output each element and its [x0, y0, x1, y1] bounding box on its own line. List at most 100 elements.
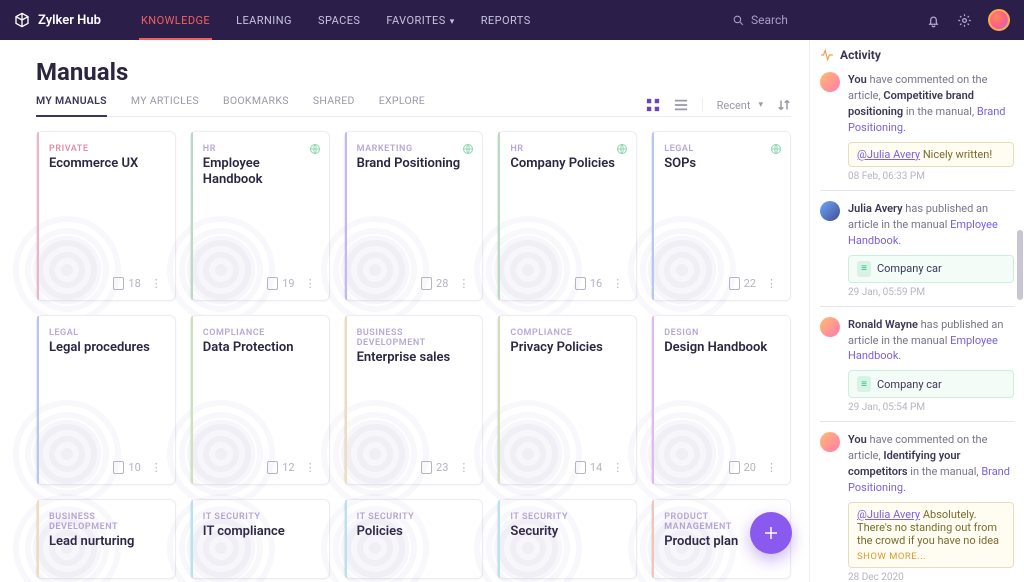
page-icon	[113, 461, 124, 474]
nav-favorites[interactable]: FAVORITES▾	[386, 14, 454, 27]
page-count: 14	[575, 461, 602, 474]
card-title: Company Policies	[510, 156, 624, 172]
card-stripe	[652, 132, 654, 300]
article-chip[interactable]: ≡Company car	[848, 255, 1014, 283]
grid-view-icon[interactable]	[646, 98, 660, 112]
card-menu-icon[interactable]: ⋮	[151, 277, 163, 290]
manual-card[interactable]: IT SECURITYSecurity	[497, 499, 637, 579]
card-menu-icon[interactable]: ⋮	[766, 461, 778, 474]
card-category: BUSINESS DEVELOPMENT	[357, 328, 471, 348]
page-icon	[729, 461, 740, 474]
card-stripe	[498, 132, 500, 300]
search-input[interactable]: Search	[732, 13, 892, 27]
page-title: Manuals	[36, 58, 791, 86]
card-category: IT SECURITY	[203, 512, 317, 522]
manual-card[interactable]: LEGALSOPs22⋮	[651, 131, 791, 301]
globe-icon	[770, 140, 782, 152]
card-title: Lead nurturing	[49, 534, 163, 550]
page-count: 16	[575, 277, 602, 290]
avatar[interactable]	[988, 9, 1010, 31]
activity-text: Julia Avery has published an article in …	[848, 201, 1014, 249]
nav-learning[interactable]: LEARNING	[236, 14, 292, 27]
manual-card[interactable]: COMPLIANCEData Protection12⋮	[190, 315, 330, 485]
show-more-link[interactable]: SHOW MORE...	[857, 551, 1005, 562]
manual-card[interactable]: COMPLIANCEPrivacy Policies14⋮	[497, 315, 637, 485]
manual-card[interactable]: DESIGNDesign Handbook20⋮	[651, 315, 791, 485]
card-category: IT SECURITY	[357, 512, 471, 522]
create-button[interactable]	[750, 512, 792, 554]
card-menu-icon[interactable]: ⋮	[766, 277, 778, 290]
card-stripe	[652, 500, 654, 578]
scrollbar[interactable]	[1016, 40, 1024, 582]
page-count: 19	[267, 277, 294, 290]
manual-card[interactable]: BUSINESS DEVELOPMENT Lead nurturing	[36, 499, 176, 579]
sort-direction-icon[interactable]	[777, 98, 791, 112]
manual-card[interactable]: IT SECURITYIT compliance	[190, 499, 330, 579]
card-category: PRIVATE	[49, 144, 163, 154]
article-chip[interactable]: ≡ Company car	[848, 370, 1014, 398]
page-icon	[421, 277, 432, 290]
card-title: Ecommerce UX	[49, 156, 163, 172]
comment-chip[interactable]: @Julia Avery Absolutely. There's no stan…	[848, 502, 1014, 568]
globe-icon	[462, 140, 474, 152]
card-stripe	[498, 316, 500, 484]
card-title: Privacy Policies	[510, 340, 624, 356]
card-menu-icon[interactable]: ⋮	[151, 461, 163, 474]
globe-icon	[309, 140, 321, 152]
activity-panel: Activity You have commented on the artic…	[809, 40, 1024, 582]
card-menu-icon[interactable]: ⋮	[458, 461, 470, 474]
search-icon	[732, 14, 745, 27]
card-category: DESIGN	[664, 328, 778, 338]
nav-reports[interactable]: REPORTS	[481, 14, 531, 27]
activity-text: Ronald Wayne has published an article in…	[848, 317, 1014, 365]
card-menu-icon[interactable]: ⋮	[305, 277, 317, 290]
card-stripe	[37, 316, 39, 484]
tab-shared[interactable]: SHARED	[313, 94, 355, 116]
nav-spaces[interactable]: SPACES	[318, 14, 360, 27]
tab-explore[interactable]: EXPLORE	[379, 94, 425, 116]
page-count: 10	[113, 461, 140, 474]
doc-icon: ≡	[857, 376, 871, 392]
card-footer: 28⋮	[357, 277, 471, 290]
card-category: BUSINESS DEVELOPMENT	[49, 512, 163, 532]
list-view-icon[interactable]	[674, 98, 688, 112]
brand[interactable]: Zylker Hub	[14, 12, 101, 28]
tab-my-articles[interactable]: MY ARTICLES	[131, 94, 199, 116]
manual-card[interactable]: HREmployee Handbook19⋮	[190, 131, 330, 301]
tab-my-manuals[interactable]: MY MANUALS	[36, 94, 107, 117]
gear-icon[interactable]	[957, 13, 972, 28]
card-stripe	[345, 316, 347, 484]
activity-text: You have commented on the article, Ident…	[848, 432, 1014, 496]
card-menu-icon[interactable]: ⋮	[458, 277, 470, 290]
page-icon	[113, 277, 124, 290]
manual-card[interactable]: MARKETINGBrand Positioning28⋮	[344, 131, 484, 301]
manuals-grid: PRIVATEEcommerce UX18⋮HREmployee Handboo…	[36, 131, 791, 579]
avatar	[820, 201, 840, 221]
manual-card[interactable]: PRIVATE Ecommerce UX 18⋮	[36, 131, 176, 301]
manual-card[interactable]: HR Company Policies 16 ⋮	[497, 131, 637, 301]
card-footer: 18⋮	[49, 277, 163, 290]
bell-icon[interactable]	[926, 13, 941, 28]
scroll-thumb[interactable]	[1017, 230, 1023, 300]
activity-icon	[820, 48, 834, 62]
comment-chip[interactable]: @Julia Avery Nicely written!	[848, 142, 1014, 167]
card-stripe	[37, 132, 39, 300]
manual-card[interactable]: LEGALLegal procedures10⋮	[36, 315, 176, 485]
avatar	[820, 432, 840, 452]
doc-icon: ≡	[857, 261, 871, 277]
manual-card[interactable]: BUSINESS DEVELOPMENTEnterprise sales23⋮	[344, 315, 484, 485]
sort-dropdown[interactable]: Recent ▾	[717, 99, 763, 112]
chip-label: Company car	[877, 378, 942, 391]
card-menu-icon[interactable]: ⋮	[612, 277, 624, 290]
card-footer: 19 ⋮	[203, 277, 317, 290]
nav-knowledge[interactable]: KNOWLEDGE	[141, 14, 210, 27]
chevron-down-icon: ▾	[450, 17, 455, 27]
card-title: Data Protection	[203, 340, 317, 356]
card-category: HR	[510, 144, 624, 154]
card-menu-icon[interactable]: ⋮	[612, 461, 624, 474]
cube-icon	[14, 12, 30, 28]
card-menu-icon[interactable]: ⋮	[305, 461, 317, 474]
page-icon	[267, 277, 278, 290]
manual-card[interactable]: IT SECURITYPolicies	[344, 499, 484, 579]
tab-bookmarks[interactable]: BOOKMARKS	[223, 94, 289, 116]
